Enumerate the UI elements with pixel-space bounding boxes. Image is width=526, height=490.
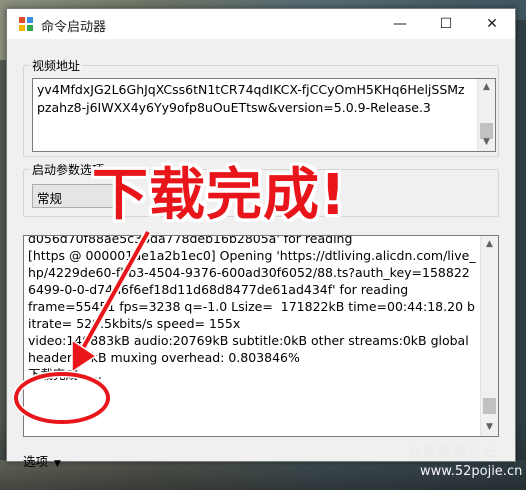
command-launcher-window: 命令启动器 — ☐ ✕ 视频地址 yv4MfdxJG2L6GhJqXCss6tN… [6, 8, 516, 469]
video-url-scrollbar[interactable]: ▲ ▼ [477, 79, 495, 151]
options-menu[interactable]: 选项 ▼ [23, 451, 61, 470]
options-label[interactable]: 选项 [23, 454, 48, 469]
close-button[interactable]: ✕ [469, 9, 515, 39]
log-scrollbar[interactable]: ▲ ▼ [480, 236, 498, 436]
watermark-url: www.52pojie.cn [420, 464, 523, 479]
scroll-down-icon[interactable]: ▼ [481, 419, 498, 436]
log-output-textbox[interactable]: d056d70f88ae5c38da778deb16b2805a' for re… [23, 235, 499, 437]
args-combo-value: 常规 [37, 191, 63, 206]
scroll-up-icon[interactable]: ▲ [478, 79, 495, 96]
scroll-thumb[interactable] [483, 398, 496, 414]
window-title: 命令启动器 [41, 20, 107, 35]
minimize-button[interactable]: — [377, 9, 423, 39]
video-url-textbox[interactable]: yv4MfdxJG2L6GhJqXCss6tN1tCR74qdIKCX-fjCC… [32, 78, 496, 152]
app-icon [19, 17, 33, 31]
log-output-text[interactable]: d056d70f88ae5c38da778deb16b2805a' for re… [28, 236, 476, 383]
maximize-button[interactable]: ☐ [423, 9, 469, 39]
scroll-down-icon[interactable]: ▼ [478, 134, 495, 151]
watermark-title: 吾爱破解论坛 [408, 445, 498, 461]
download-complete-annotation: 下载完成! [92, 163, 347, 228]
scroll-up-icon[interactable]: ▲ [481, 236, 498, 253]
title-bar[interactable]: 命令启动器 — ☐ ✕ [7, 9, 515, 39]
chevron-down-icon[interactable]: ▼ [54, 459, 61, 469]
video-url-label: 视频地址 [30, 57, 83, 74]
video-url-group: 视频地址 yv4MfdxJG2L6GhJqXCss6tN1tCR74qdIKCX… [23, 57, 499, 157]
video-url-text[interactable]: yv4MfdxJG2L6GhJqXCss6tN1tCR74qdIKCX-fjCC… [37, 81, 467, 117]
